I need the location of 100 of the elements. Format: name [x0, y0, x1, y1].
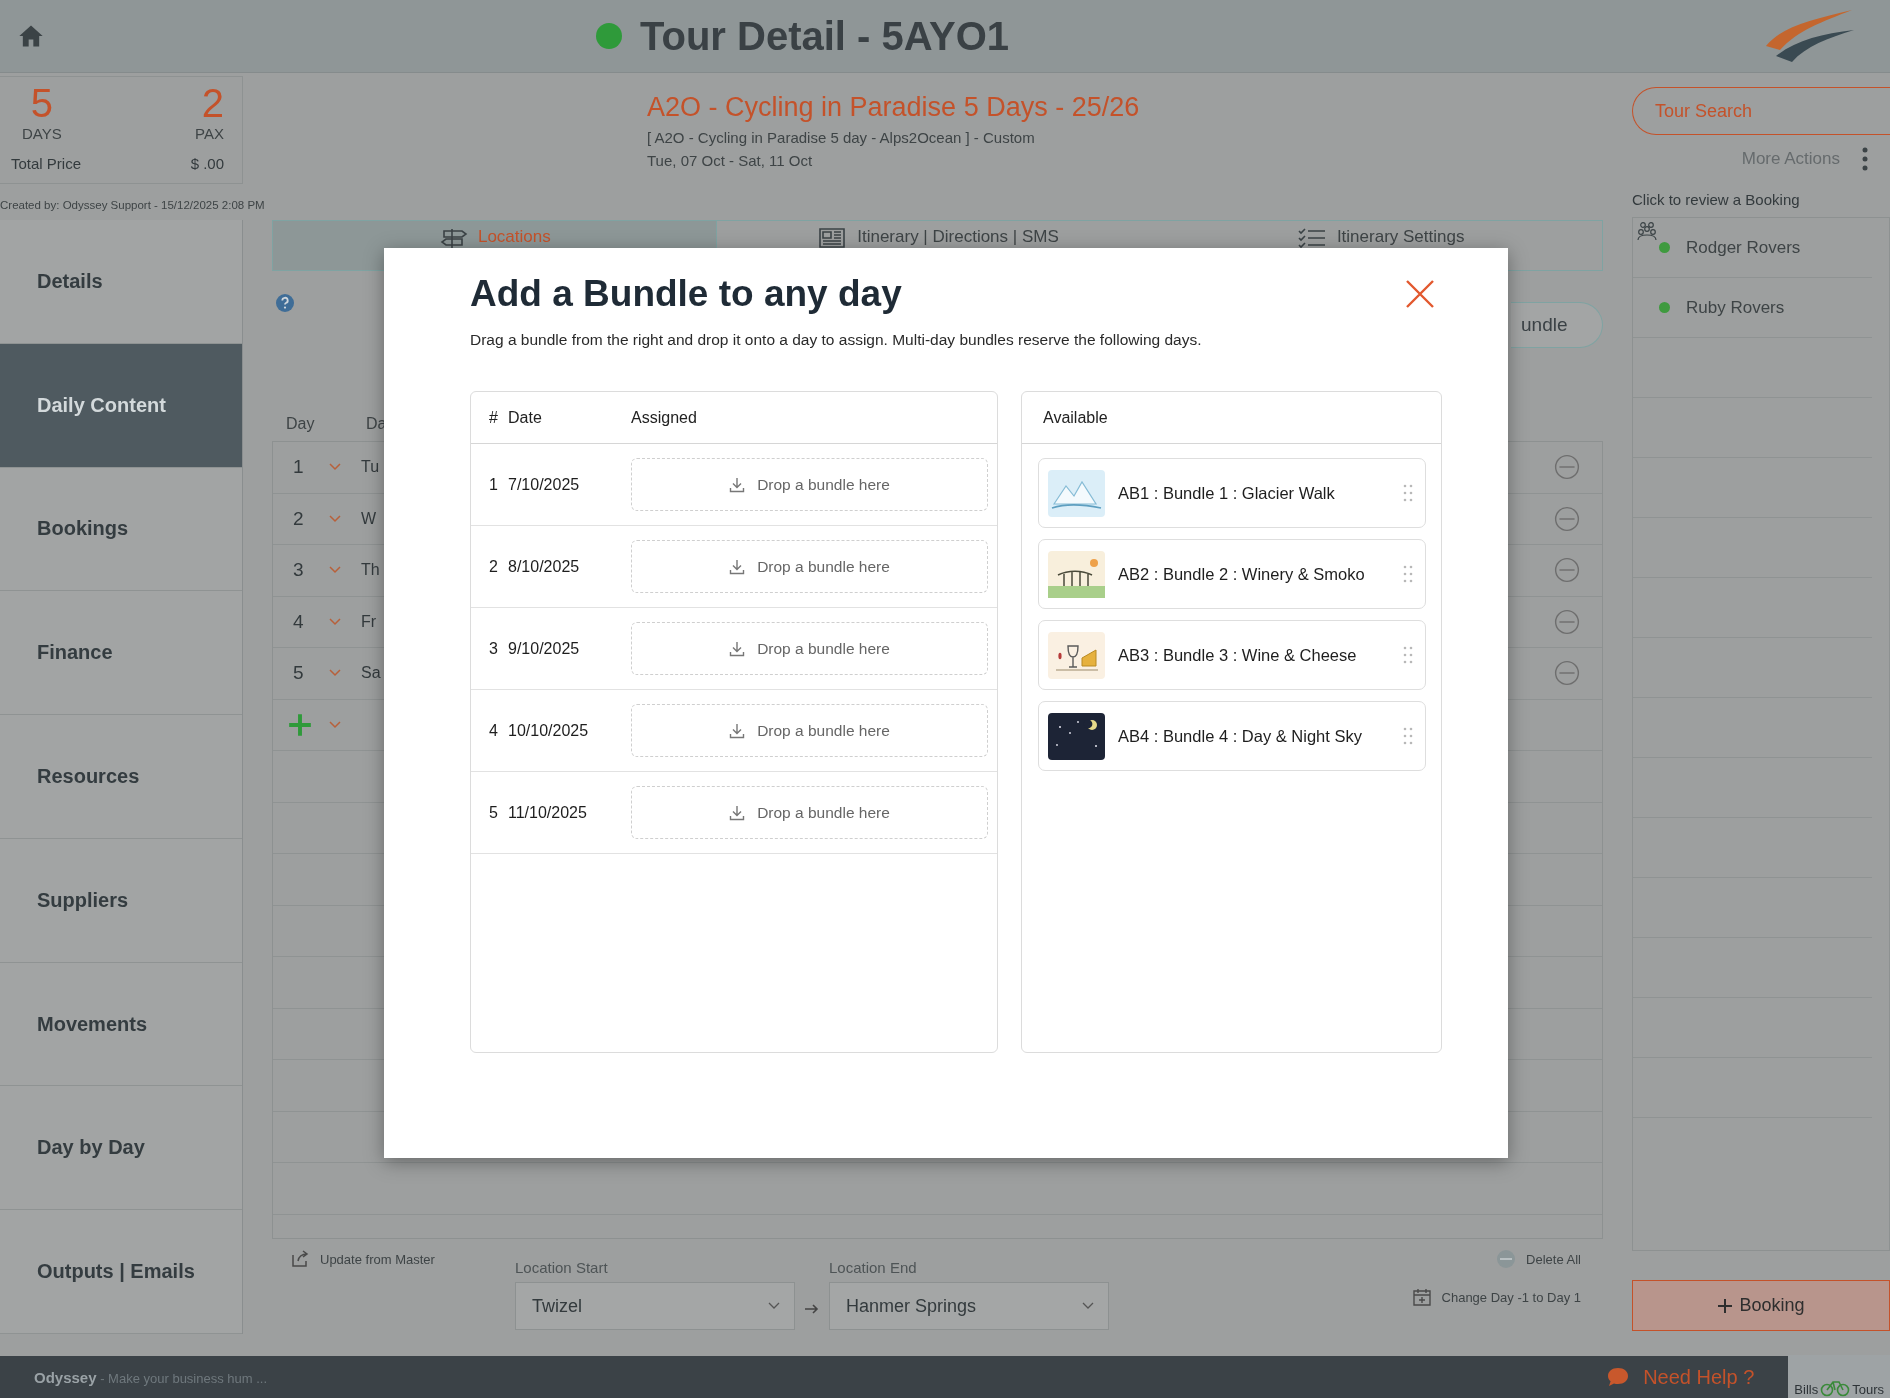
bundle-card[interactable]: AB2 : Bundle 2 : Winery & Smoko — [1038, 539, 1426, 609]
remove-icon[interactable] — [1554, 557, 1580, 584]
day-date: Sa — [361, 664, 381, 683]
sidebar-item[interactable]: Finance — [0, 591, 242, 716]
caret-icon[interactable] — [329, 669, 341, 678]
caret-icon[interactable] — [329, 617, 341, 626]
tab[interactable]: Itinerary | Directions | SMS — [716, 221, 1160, 270]
drop-zone[interactable]: Drop a bundle here — [631, 540, 988, 593]
sidebar-item[interactable]: Day by Day — [0, 1086, 242, 1211]
add-icon[interactable] — [287, 711, 313, 738]
remove-icon[interactable] — [1554, 454, 1580, 481]
location-end-select[interactable]: Hanmer Springs — [829, 1282, 1109, 1330]
sidebar-item[interactable]: Outputs | Emails — [0, 1210, 242, 1335]
sidebar-item[interactable]: Bookings — [0, 467, 242, 592]
drop-zone[interactable]: Drop a bundle here — [631, 622, 988, 675]
bundle-card[interactable]: AB1 : Bundle 1 : Glacier Walk — [1038, 458, 1426, 528]
column-header: # — [488, 408, 499, 427]
caret-icon[interactable] — [329, 514, 341, 523]
dialog-title: Add a Bundle to any day — [470, 273, 902, 315]
day-date: W — [361, 509, 377, 528]
field-label: Location End — [829, 1259, 918, 1276]
sidebar-item[interactable]: Suppliers — [0, 838, 242, 963]
row-number: 4 — [488, 721, 499, 740]
bundle-button[interactable]: undle — [1511, 302, 1603, 348]
row-date: 11/10/2025 — [508, 803, 588, 822]
group-icon — [1636, 221, 1658, 243]
sidebar-item[interactable]: Movements — [0, 962, 242, 1087]
drop-zone[interactable]: Drop a bundle here — [631, 704, 988, 757]
bookings-title: Click to review a Booking — [1632, 191, 1801, 209]
more-icon[interactable] — [1862, 147, 1868, 171]
location-start-select[interactable]: Twizel — [515, 1282, 795, 1330]
drag-handle-icon[interactable] — [1403, 727, 1413, 745]
remove-icon[interactable] — [1496, 1249, 1517, 1269]
drag-handle-icon[interactable] — [1403, 646, 1413, 664]
chevron-down-icon — [768, 1302, 780, 1310]
download-icon — [729, 804, 746, 821]
tab[interactable]: Itinerary Settings — [1159, 221, 1602, 270]
panel-title: Available — [1042, 408, 1108, 427]
tour-name: A2O - Cycling in Paradise 5 Days - 25/26 — [647, 91, 1141, 123]
newspaper-icon — [817, 227, 848, 249]
caret-icon[interactable] — [329, 720, 341, 729]
help-icon[interactable] — [275, 293, 295, 313]
add-booking-button[interactable]: Booking — [1632, 1280, 1890, 1331]
row-date: 8/10/2025 — [508, 557, 581, 576]
company-logo: Bills Tours — [1788, 1355, 1890, 1398]
chevron-down-icon — [1082, 1302, 1094, 1310]
tour-dates: Tue, 07 Oct - Sat, 11 Oct — [647, 152, 814, 169]
sidebar-item[interactable]: Daily Content — [0, 343, 242, 468]
remove-icon[interactable] — [1554, 505, 1580, 532]
status-dot — [596, 23, 622, 49]
chat-icon[interactable] — [1607, 1367, 1630, 1387]
tour-subtitle: [ A2O - Cycling in Paradise 5 day - Alps2Ocean ] - Custom — [647, 129, 1036, 146]
sidebar-item[interactable]: Resources — [0, 715, 242, 839]
arrow-icon — [804, 1303, 820, 1315]
drag-handle-icon[interactable] — [1403, 565, 1413, 583]
drop-hint: Drop a bundle here — [757, 475, 890, 494]
bundle-card[interactable]: AB4 : Bundle 4 : Day & Night Sky — [1038, 701, 1426, 771]
drop-zone[interactable]: Drop a bundle here — [631, 458, 988, 511]
row-number: 5 — [488, 803, 499, 822]
change-day-link[interactable]: Change Day -1 to Day 1 — [1441, 1289, 1581, 1305]
booking-item[interactable]: Ruby Rovers — [1686, 297, 1785, 318]
day-number: 4 — [293, 610, 305, 633]
day-number: 5 — [293, 662, 305, 685]
drop-hint: Drop a bundle here — [757, 639, 890, 658]
sidebar-item[interactable]: Details — [0, 220, 242, 344]
drop-hint: Drop a bundle here — [757, 803, 890, 822]
price-label: Total Price — [11, 155, 82, 172]
booking-item[interactable]: Rodger Rovers — [1686, 237, 1801, 258]
days-label: DAYS — [22, 125, 62, 142]
checklist-icon — [1296, 227, 1327, 249]
plus-icon — [1717, 1297, 1734, 1314]
download-icon — [729, 558, 746, 575]
drop-zone[interactable]: Drop a bundle here — [631, 786, 988, 839]
remove-icon[interactable] — [1554, 660, 1580, 687]
drop-hint: Drop a bundle here — [757, 557, 890, 576]
delete-all-link[interactable]: Delete All — [1526, 1251, 1581, 1267]
caret-icon[interactable] — [329, 463, 341, 472]
calendar-icon[interactable] — [1411, 1287, 1432, 1307]
download-icon — [729, 640, 746, 657]
column-header: Day — [286, 415, 316, 433]
mountain-icon — [1048, 469, 1105, 517]
day-number: 1 — [293, 456, 305, 479]
day-number: 3 — [293, 559, 305, 582]
caret-icon[interactable] — [329, 566, 341, 575]
row-date: 7/10/2025 — [508, 475, 581, 494]
days-count: 5 — [30, 81, 53, 125]
wine-cheese-icon — [1048, 631, 1105, 679]
field-label: Location Start — [515, 1259, 609, 1276]
page-title: Tour Detail - 5AYO1 — [640, 13, 1009, 59]
price-value: $ .00 — [190, 155, 224, 172]
download-icon — [729, 476, 746, 493]
remove-icon[interactable] — [1554, 608, 1580, 635]
share-icon[interactable] — [290, 1249, 310, 1269]
close-icon[interactable] — [1405, 279, 1435, 309]
update-link[interactable]: Update from Master — [320, 1251, 435, 1267]
drag-handle-icon[interactable] — [1403, 484, 1413, 502]
created-by-text: Created by: Odyssey Support - 15/12/2025 2:08 PM — [0, 198, 265, 212]
night-sky-icon — [1048, 712, 1105, 760]
row-date: 9/10/2025 — [508, 639, 581, 658]
bundle-card[interactable]: AB3 : Bundle 3 : Wine & Cheese — [1038, 620, 1426, 690]
